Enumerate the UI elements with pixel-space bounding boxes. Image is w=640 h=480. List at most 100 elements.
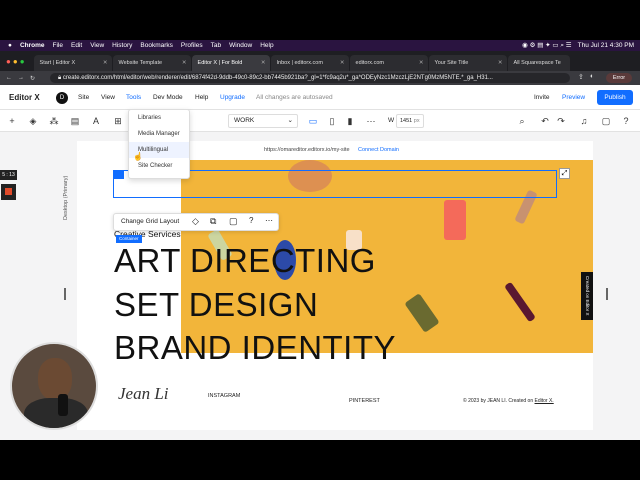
tab-label: Inbox | editorx.com <box>276 60 323 66</box>
tools-menu-item[interactable]: Libraries <box>129 110 189 126</box>
more-icon[interactable]: ⋯ <box>265 216 273 225</box>
menubar-clock[interactable]: Thu Jul 21 4:30 PM <box>578 42 634 49</box>
autosave-status: All changes are autosaved <box>256 94 333 101</box>
layers-icon[interactable]: ◈ <box>27 115 39 127</box>
copyright-label: © 2023 by JEAN LI. Created on <box>463 398 534 404</box>
breakpoint-label: Desktop (Primary) <box>63 175 69 220</box>
tools-menu-item[interactable]: Media Manager <box>129 126 189 142</box>
menu-tools[interactable]: Tools <box>126 94 141 101</box>
error-badge[interactable]: Error <box>606 73 632 83</box>
menubar-app[interactable]: Chrome <box>20 42 45 49</box>
add-icon[interactable]: + <box>6 115 18 127</box>
pinterest-link[interactable]: PINTEREST <box>349 398 380 404</box>
breakpoint-badge: 5 : 13 <box>0 170 17 180</box>
browser-tab[interactable]: editorx.com ✕ <box>349 55 428 71</box>
browser-tab[interactable]: Website Template ✕ <box>112 55 191 71</box>
extensions-icon[interactable]: ◐ <box>590 73 594 80</box>
page-select-value: WORK <box>234 117 255 124</box>
browser-tab[interactable]: Your Site Title ✕ <box>428 55 507 71</box>
close-tab-icon[interactable]: ✕ <box>419 60 424 66</box>
menubar-file[interactable]: File <box>53 42 63 49</box>
headline-line-1[interactable]: ART DIRECTING <box>114 242 376 280</box>
headline-line-3[interactable]: BRAND IDENTITY <box>114 329 396 367</box>
share-icon[interactable]: ⇪ <box>578 73 584 81</box>
close-tab-icon[interactable]: ✕ <box>498 60 503 66</box>
zoom-window-icon[interactable]: ● <box>20 57 25 66</box>
design-icon[interactable]: ◇ <box>192 216 199 227</box>
desktop-breakpoint-icon[interactable]: ▭ <box>307 115 319 127</box>
left-resize-handle[interactable] <box>64 288 66 300</box>
more-icon[interactable]: ⋯ <box>365 115 377 127</box>
address-bar[interactable]: 🔒︎ create.editorx.com/html/editor/web/re… <box>50 73 570 83</box>
components-icon[interactable]: ⁂ <box>48 115 60 127</box>
signature-logo[interactable]: Jean Li <box>118 384 169 404</box>
browser-tab[interactable]: Inbox | editorx.com ✕ <box>270 55 349 71</box>
pages-icon[interactable]: ▤ <box>69 115 81 127</box>
menubar-tab[interactable]: Tab <box>211 42 221 49</box>
connect-domain-link[interactable]: Connect Domain <box>358 147 399 153</box>
undo-icon[interactable]: ↶ <box>539 115 551 127</box>
reload-icon[interactable]: ↻ <box>30 75 35 82</box>
microphone-icon <box>58 394 68 416</box>
menubar-window[interactable]: Window <box>229 42 252 49</box>
tools-dropdown-menu: Libraries Media Manager Multilingual Sit… <box>128 109 190 179</box>
tablet-breakpoint-icon[interactable]: ▯ <box>326 115 338 127</box>
close-tab-icon[interactable]: ✕ <box>340 60 345 66</box>
menubar-edit[interactable]: Edit <box>71 42 82 49</box>
browser-tab[interactable]: All Squarespace Te <box>507 55 570 71</box>
duplicate-icon[interactable]: ⧉ <box>210 216 216 227</box>
menubar-view[interactable]: View <box>90 42 104 49</box>
site-avatar[interactable]: D <box>56 92 68 104</box>
back-icon[interactable]: ← <box>6 75 12 81</box>
comment-icon[interactable]: ▢ <box>229 216 238 227</box>
close-tab-icon[interactable]: ✕ <box>182 60 187 66</box>
page-select[interactable]: WORK ⌄ <box>228 114 298 128</box>
right-resize-handle[interactable] <box>606 288 608 300</box>
redo-icon[interactable]: ↷ <box>555 115 567 127</box>
editor-x-link[interactable]: Editor X. <box>535 398 554 404</box>
menu-upgrade[interactable]: Upgrade <box>220 94 245 101</box>
url-text: create.editorx.com/html/editor/web/rende… <box>62 75 493 81</box>
menubar-help[interactable]: Help <box>260 42 273 49</box>
notifications-icon[interactable]: ♫ <box>578 115 590 127</box>
record-button[interactable] <box>1 184 16 200</box>
minimize-window-icon[interactable]: ● <box>13 57 18 66</box>
status-icons[interactable]: ◉ ⚙ ▤ ✦ ▭ ⌕ ☰ <box>522 41 572 50</box>
created-on-editor-x-badge[interactable]: Created on Editor X <box>581 272 593 320</box>
change-grid-layout-button[interactable]: Change Grid Layout <box>121 218 179 225</box>
mobile-breakpoint-icon[interactable]: ▮ <box>344 115 356 127</box>
menu-site[interactable]: Site <box>78 94 89 101</box>
help-icon[interactable]: ? <box>249 216 253 225</box>
publish-button[interactable]: Publish <box>597 90 633 105</box>
width-unit: px <box>413 118 420 124</box>
menubar-profiles[interactable]: Profiles <box>181 42 203 49</box>
menu-help[interactable]: Help <box>195 94 208 101</box>
forward-icon[interactable]: → <box>18 75 24 81</box>
preview-button[interactable]: Preview <box>562 94 585 101</box>
expand-icon[interactable]: ⤢ <box>559 168 570 179</box>
menubar-bookmarks[interactable]: Bookmarks <box>140 42 173 49</box>
width-input[interactable]: 1451 px <box>396 114 424 128</box>
instagram-link[interactable]: INSTAGRAM <box>208 393 240 399</box>
menubar-history[interactable]: History <box>112 42 132 49</box>
invite-button[interactable]: Invite <box>534 94 550 101</box>
headline-line-2[interactable]: SET DESIGN <box>114 286 318 324</box>
comments-icon[interactable]: ▢ <box>600 115 612 127</box>
tab-label: Editor X | For Bold <box>197 60 243 66</box>
tab-label: Your Site Title <box>434 60 469 66</box>
close-tab-icon[interactable]: ✕ <box>103 60 108 66</box>
close-tab-icon[interactable]: ✕ <box>261 60 266 66</box>
menu-dev-mode[interactable]: Dev Mode <box>153 94 183 101</box>
help-icon[interactable]: ? <box>620 115 632 127</box>
apple-icon[interactable]: ● <box>8 42 12 49</box>
apps-icon[interactable]: ⊞ <box>112 115 124 127</box>
menu-view[interactable]: View <box>101 94 115 101</box>
close-window-icon[interactable]: ● <box>6 57 11 66</box>
selection-tag-icon[interactable] <box>114 170 124 179</box>
browser-tab[interactable]: Start | Editor X ✕ <box>33 55 112 71</box>
editor-top-bar: Editor X D Site View Tools Dev Mode Help… <box>0 85 640 110</box>
text-styles-icon[interactable]: A <box>90 115 102 127</box>
browser-tab-active[interactable]: Editor X | For Bold ✕ <box>191 55 270 71</box>
search-icon[interactable]: ⌕ <box>516 115 528 127</box>
editor-logo: Editor X <box>9 93 40 102</box>
